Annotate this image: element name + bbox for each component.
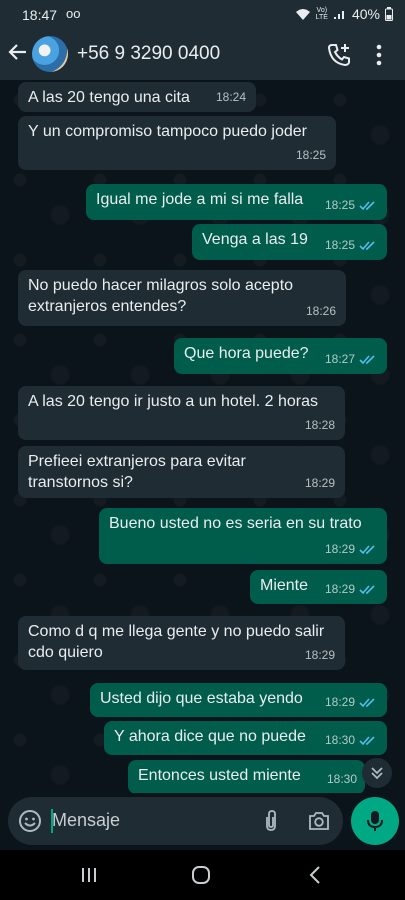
message-time: 18:25 (324, 198, 355, 212)
message-incoming[interactable]: Prefieei extranjeros para evitar transto… (18, 446, 345, 498)
message-time: 18:25 (324, 238, 355, 252)
message-meta: 18:29 (325, 539, 377, 560)
message-time: 18:26 (305, 304, 336, 318)
emoji-icon[interactable] (18, 809, 42, 833)
message-meta: 18:28 (305, 415, 335, 436)
status-right: Vo) LTE 40% (295, 6, 393, 22)
message-text: Que hora puede? (184, 345, 309, 362)
message-time: 18:29 (304, 476, 335, 490)
chat-header: +56 9 3290 0400 (0, 30, 405, 80)
add-call-icon[interactable] (326, 42, 352, 68)
message-time: 18:24 (215, 90, 246, 104)
voicemail-icon: oo (66, 6, 81, 21)
contact-name[interactable]: +56 9 3290 0400 (77, 43, 220, 65)
message-meta: 18:25 (325, 235, 377, 256)
message-text: Y ahora dice que no puede (114, 728, 306, 745)
message-time: 18:27 (324, 352, 355, 366)
message-time: 18:30 (326, 772, 357, 786)
battery-icon (385, 7, 393, 21)
home-icon[interactable] (191, 865, 211, 885)
read-ticks-icon (359, 698, 375, 708)
message-outgoing[interactable]: Entonces usted miente 18:30 (128, 760, 365, 793)
message-incoming[interactable]: A las 20 tengo ir justo a un hotel. 2 ho… (18, 386, 345, 440)
message-meta: 18:29 (305, 473, 335, 494)
message-meta: 18:29 (325, 692, 377, 713)
message-outgoing[interactable]: Que hora puede? 18:27 (174, 338, 387, 374)
message-text: Igual me jode a mi si me falla (96, 191, 304, 208)
message-time: 18:29 (324, 695, 355, 709)
read-ticks-icon (359, 736, 375, 746)
wifi-icon (295, 8, 310, 20)
message-composer: Mensaje (8, 797, 343, 845)
message-meta: 18:27 (325, 349, 377, 370)
message-text: A las 20 tengo una cita (28, 89, 190, 106)
message-incoming[interactable]: Como d q me llega gente y no puedo salir… (18, 616, 345, 670)
recents-icon[interactable] (80, 866, 98, 884)
message-text: Como d q me llega gente y no puedo salir… (28, 623, 325, 661)
read-ticks-icon (359, 201, 375, 211)
message-incoming[interactable]: A las 20 tengo una cita 18:24 (18, 82, 256, 112)
message-meta: 18:30 (325, 730, 377, 751)
scroll-to-bottom-button[interactable] (362, 758, 392, 788)
chat-messages[interactable]: A las 20 tengo una cita 18:24 Y un compr… (0, 80, 405, 793)
message-input[interactable]: Mensaje (52, 810, 120, 831)
signal-icon (333, 11, 344, 19)
contact-avatar[interactable] (32, 36, 68, 72)
message-text: Entonces usted miente (138, 767, 301, 784)
system-navigation-bar (0, 850, 405, 900)
read-ticks-icon (359, 355, 375, 365)
message-text: No puedo hacer milagros solo acepto extr… (28, 277, 294, 315)
battery-percent: 40% (351, 6, 380, 22)
more-options-icon[interactable] (372, 42, 386, 68)
message-meta: 18:25 (296, 145, 326, 166)
message-time: 18:29 (324, 582, 355, 596)
message-incoming[interactable]: No puedo hacer milagros solo acepto extr… (18, 270, 346, 326)
message-outgoing[interactable]: Igual me jode a mi si me falla 18:25 (86, 184, 387, 220)
message-meta: 18:25 (325, 195, 377, 216)
message-outgoing[interactable]: Miente 18:29 (250, 570, 387, 604)
message-outgoing[interactable]: Bueno usted no es seria en su trato 18:2… (99, 508, 387, 564)
message-outgoing[interactable]: Y ahora dice que no puede 18:30 (104, 721, 387, 755)
message-incoming[interactable]: Y un compromiso tampoco puedo joder 18:2… (18, 116, 336, 170)
message-time: 18:30 (324, 733, 355, 747)
message-time: 18:29 (304, 648, 335, 662)
message-text: Y un compromiso tampoco puedo joder (28, 123, 307, 140)
message-text: Miente (260, 577, 309, 594)
status-bar: 18:47 oo Vo) LTE 40% (0, 0, 405, 30)
message-outgoing[interactable]: Venga a las 19 18:25 (192, 224, 387, 260)
message-text: Prefieei extranjeros para evitar transto… (28, 453, 246, 491)
lte-indicator: Vo) LTE (315, 7, 328, 21)
microphone-icon (367, 811, 383, 831)
read-ticks-icon (359, 241, 375, 251)
message-meta: 18:30 (327, 769, 357, 790)
message-outgoing[interactable]: Usted dijo que estaba yendo 18:29 (90, 683, 387, 717)
message-text: Bueno usted no es seria en su trato (109, 515, 362, 532)
nav-back-icon[interactable] (308, 865, 322, 885)
voice-message-button[interactable] (351, 797, 399, 845)
message-meta: 18:29 (325, 579, 377, 600)
message-meta: 18:24 (216, 87, 246, 108)
message-time: 18:29 (324, 542, 355, 556)
status-time: 18:47 (22, 7, 58, 23)
camera-icon[interactable] (307, 809, 331, 833)
attach-icon[interactable] (260, 809, 282, 833)
message-text: Venga a las 19 (202, 231, 308, 248)
double-chevron-down-icon (371, 767, 383, 780)
message-time: 18:25 (295, 148, 326, 162)
message-text: Usted dijo que estaba yendo (100, 690, 303, 707)
read-ticks-icon (359, 545, 375, 555)
message-text: A las 20 tengo ir justo a un hotel. 2 ho… (28, 393, 318, 410)
back-arrow-icon[interactable] (8, 42, 30, 66)
message-meta: 18:26 (306, 301, 336, 322)
message-time: 18:28 (304, 418, 335, 432)
message-meta: 18:29 (305, 645, 335, 666)
read-ticks-icon (359, 585, 375, 595)
